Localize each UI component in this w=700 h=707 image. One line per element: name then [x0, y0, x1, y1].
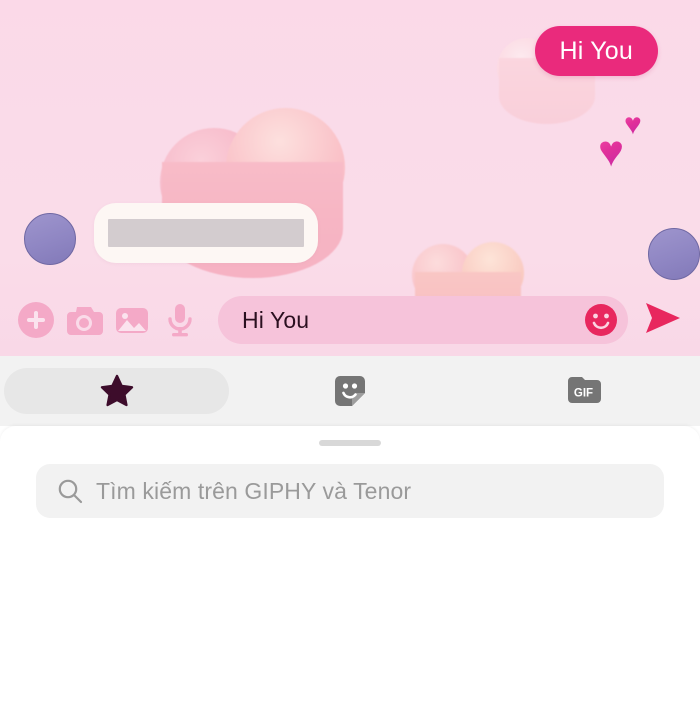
sticker-effect-panel: Tìm kiếm trên GIPHY và Tenor GỬI HIỆU ỨN…: [0, 426, 700, 707]
tab-favorites[interactable]: [4, 368, 230, 414]
tab-stickers[interactable]: [237, 368, 462, 414]
camera-icon: [63, 300, 105, 340]
search-icon: [56, 477, 84, 505]
svg-text:GIF: GIF: [574, 388, 593, 400]
tab-gif[interactable]: GIF: [471, 368, 696, 414]
sticker-icon: [333, 374, 367, 408]
avatar-recipient[interactable]: [648, 228, 700, 280]
messaging-app-screen: Hi You ♥ ♥ Hi You GIF Tìm kiếm trên GIPH…: [0, 0, 700, 707]
incoming-message-bubble[interactable]: [94, 203, 318, 263]
message-input-text: Hi You: [242, 306, 310, 333]
chat-conversation-area: Hi You ♥ ♥ Hi You: [0, 0, 700, 356]
camera-button[interactable]: [60, 296, 108, 344]
message-input-field[interactable]: Hi You: [218, 296, 628, 344]
voice-message-button[interactable]: [156, 296, 204, 344]
panel-drag-handle[interactable]: [319, 440, 381, 446]
avatar-sender[interactable]: [24, 213, 76, 265]
content-tab-bar: GIF: [0, 356, 700, 426]
gallery-button[interactable]: [108, 296, 156, 344]
outgoing-message-bubble[interactable]: Hi You: [534, 26, 658, 77]
gif-icon: GIF: [565, 375, 602, 407]
plus-circle-icon: [16, 300, 56, 340]
redacted-content-bar: [108, 219, 304, 247]
image-icon: [112, 300, 152, 340]
microphone-icon: [161, 300, 199, 340]
search-input-placeholder: Tìm kiếm trên GIPHY và Tenor: [96, 477, 412, 504]
send-arrow-icon: [640, 299, 684, 342]
star-icon: [99, 373, 135, 409]
add-attachment-button[interactable]: [12, 296, 60, 344]
search-bar[interactable]: Tìm kiếm trên GIPHY và Tenor: [36, 464, 664, 518]
send-button[interactable]: [636, 296, 688, 344]
heart-emoji-large: ♥: [598, 127, 625, 176]
emoji-button[interactable]: [584, 303, 618, 337]
message-composer-bar: Hi You: [0, 284, 700, 356]
heart-emoji-small: ♥: [624, 108, 642, 141]
